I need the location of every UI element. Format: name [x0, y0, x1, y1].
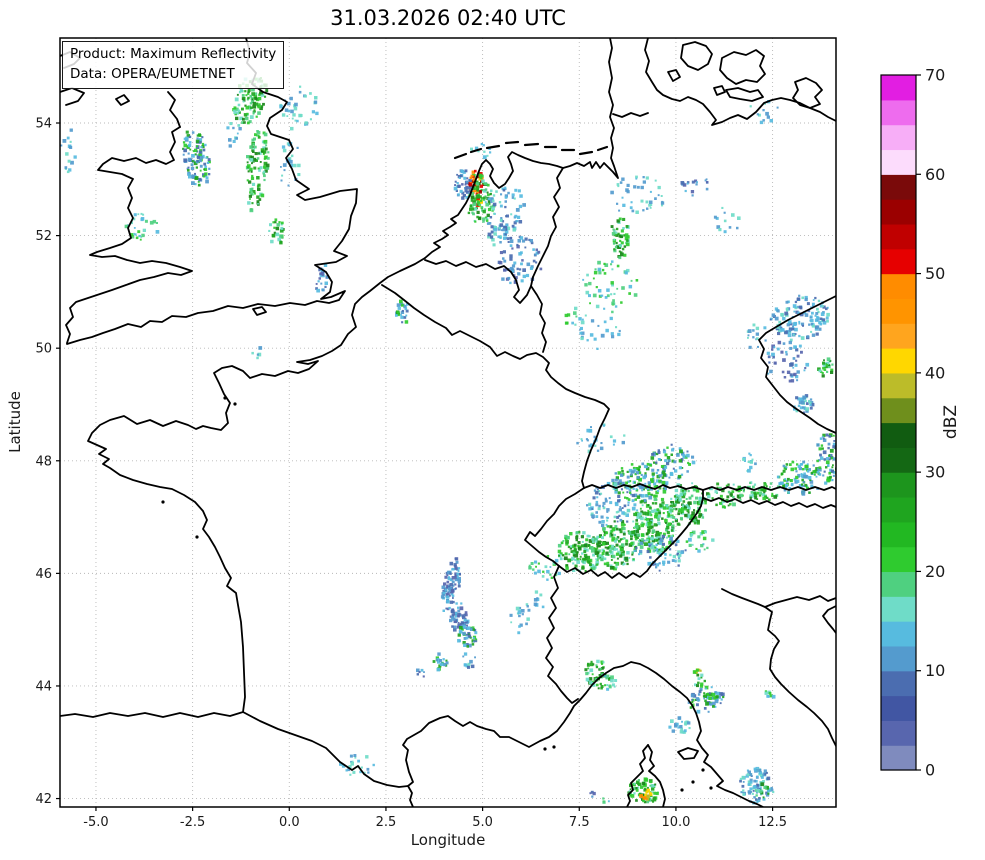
y-tick-label: 50	[35, 342, 52, 357]
x-tick-label: 5.0	[472, 815, 493, 830]
x-tick-label: 2.5	[376, 815, 397, 830]
x-tick-label: -2.5	[180, 815, 205, 830]
coastline-nw-england	[168, 92, 180, 127]
island-lolland	[726, 88, 763, 101]
island-zealand	[720, 50, 765, 84]
coastline-istria	[823, 606, 836, 633]
island-als	[668, 70, 680, 81]
colorbar-tick-label: 20	[925, 562, 945, 581]
border-belgium-netherlands	[425, 260, 533, 303]
coastline-adriatic	[765, 607, 836, 746]
colorbar	[881, 75, 916, 771]
y-tick-label: 42	[35, 792, 52, 807]
colorbar-tick-label: 40	[925, 363, 945, 382]
colorbar-tick-label: 30	[925, 463, 945, 482]
isle-of-man	[116, 95, 129, 105]
y-axis-label: Latitude	[6, 391, 24, 453]
coastline-wales	[66, 127, 192, 343]
plot-frame	[60, 38, 836, 807]
coastline-netherlands-germany-denmark	[425, 38, 618, 258]
y-tick-label: 48	[35, 454, 52, 469]
map-plot-area: -5.0 -2.5 0.0 2.5 5.0 7.5 10.0 12.5 54 52 50 48 46 44…	[0, 0, 985, 860]
colorbar-tick-label: 0	[925, 761, 935, 780]
colorbar-tick-label: 70	[925, 66, 945, 85]
coastline-scotland-fragment	[60, 88, 84, 105]
radar-figure: 31.03.2026 02:40 UTC	[0, 0, 985, 860]
border-pyrenees	[243, 712, 413, 807]
coastline-venice	[722, 589, 836, 607]
border-belgium-luxembourg-germany	[531, 286, 546, 352]
border-france-italy	[546, 566, 578, 703]
grid-lines	[60, 38, 836, 807]
colorbar-label: dBZ	[941, 405, 961, 439]
border-netherlands-germany	[533, 168, 563, 277]
island-ruegen	[793, 78, 822, 108]
x-tick-label: -5.0	[83, 815, 108, 830]
x-axis-label: Longitude	[411, 831, 486, 849]
colorbar-tick-label: 50	[925, 264, 945, 283]
coastline-france-west	[60, 258, 425, 717]
frisian-islands-dashes	[455, 142, 607, 158]
y-tick-label: 54	[35, 117, 52, 132]
island-fyn	[681, 42, 712, 70]
x-tick-label: 10.0	[661, 815, 690, 830]
island-elba	[678, 748, 698, 759]
colorbar-tick-label: 10	[925, 661, 945, 680]
x-tick-label: 0.0	[279, 815, 300, 830]
border-france-belgium-germany	[382, 285, 609, 488]
x-tick-label: 12.5	[758, 815, 787, 830]
y-tick-label: 44	[35, 679, 52, 694]
small-island-dots	[161, 396, 712, 791]
x-tick-label: 7.5	[569, 815, 590, 830]
island-fehmarn	[714, 86, 725, 95]
radar-echoes	[60, 77, 841, 805]
coastlines-and-borders	[60, 38, 836, 807]
info-box-product: Product: Maximum Reflectivity	[70, 44, 276, 64]
border-germany-denmark	[613, 113, 648, 117]
y-tick-label: 52	[35, 229, 52, 244]
colorbar-tick-label: 60	[925, 165, 945, 184]
info-box-source: Data: OPERA/EUMETNET	[70, 64, 276, 84]
info-box: Product: Maximum Reflectivity Data: OPER…	[62, 41, 284, 89]
coastline-mediterranean-italy	[403, 662, 763, 807]
y-tick-label: 46	[35, 567, 52, 582]
isle-of-wight	[253, 307, 266, 315]
